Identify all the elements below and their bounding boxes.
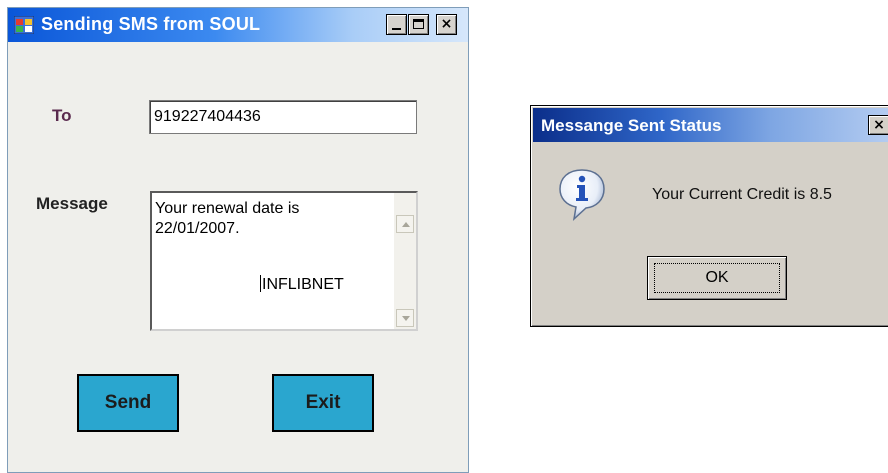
scroll-up-arrow-icon xyxy=(402,222,410,227)
message-text: Your renewal date is 22/01/2007. xyxy=(155,200,300,237)
minimize-icon xyxy=(392,28,401,30)
scroll-up-button[interactable] xyxy=(396,215,414,233)
dialog-message: Your Current Credit is 8.5 xyxy=(652,186,832,203)
window-titlebar[interactable]: Sending SMS from SOUL × xyxy=(8,8,468,42)
message-textarea[interactable]: Your renewal date is 22/01/2007. INFLIBN… xyxy=(150,191,418,331)
info-icon xyxy=(559,169,605,222)
to-label: To xyxy=(52,106,72,125)
to-phone-input[interactable] xyxy=(149,100,417,134)
signature-text: INFLIBNET xyxy=(262,276,344,293)
minimize-button[interactable] xyxy=(386,14,407,35)
scroll-down-arrow-icon xyxy=(402,316,410,321)
dialog-titlebar[interactable]: Messange Sent Status × xyxy=(533,108,888,142)
scroll-down-button[interactable] xyxy=(396,309,414,327)
close-icon: × xyxy=(440,16,453,32)
close-icon: × xyxy=(873,117,885,133)
text-caret xyxy=(260,275,261,292)
ok-label: OK xyxy=(654,263,780,293)
maximize-button[interactable] xyxy=(408,14,429,35)
message-label: Message xyxy=(36,194,108,213)
window-title: Sending SMS from SOUL xyxy=(41,14,261,34)
maximize-icon xyxy=(413,19,424,29)
sms-window: Sending SMS from SOUL × To Message Your … xyxy=(7,7,469,473)
app-form-icon xyxy=(14,16,34,34)
message-sent-status-dialog: Messange Sent Status × Your Current Cred… xyxy=(530,105,888,327)
ok-button[interactable]: OK xyxy=(647,256,787,300)
exit-button[interactable]: Exit xyxy=(272,374,374,432)
send-button[interactable]: Send xyxy=(77,374,179,432)
close-button[interactable]: × xyxy=(436,14,457,35)
dialog-close-button[interactable]: × xyxy=(868,115,888,135)
dialog-title: Messange Sent Status xyxy=(541,116,722,135)
message-signature: INFLIBNET xyxy=(260,275,344,294)
message-scrollbar[interactable] xyxy=(394,193,416,329)
